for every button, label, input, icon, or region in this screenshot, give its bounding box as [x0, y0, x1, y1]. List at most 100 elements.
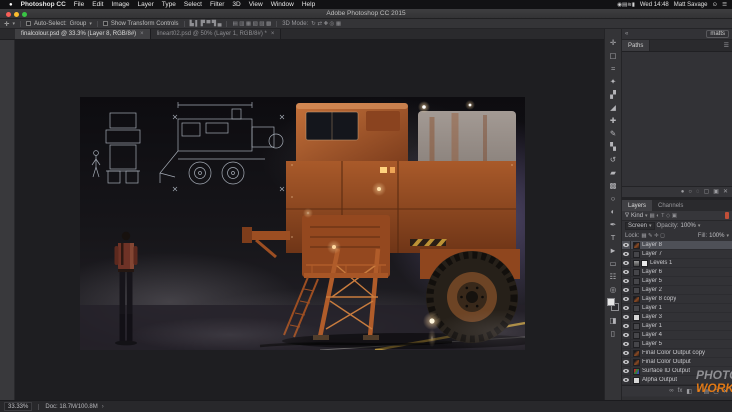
tool-icon[interactable]: ○ — [609, 192, 616, 205]
layers-footer-icon[interactable]: fx — [678, 388, 683, 394]
layer-thumbnail[interactable] — [633, 340, 640, 348]
menubar-status-icon[interactable]: ▮ — [632, 2, 635, 8]
tab-layers[interactable]: Layers — [622, 200, 653, 211]
visibility-toggle[interactable] — [622, 304, 631, 312]
collapse-panels-icon[interactable]: « — [625, 31, 628, 37]
filter-funnel-icon[interactable]: ∇ — [625, 212, 629, 219]
menu-item[interactable]: File — [70, 0, 88, 9]
layer-row[interactable]: Layer 4 — [622, 331, 732, 340]
minimize-button[interactable] — [14, 11, 19, 17]
layer-row[interactable]: Alpha Output — [622, 376, 732, 385]
menu-item[interactable]: Help — [298, 0, 319, 9]
filter-type-icon[interactable]: ◇ — [666, 213, 670, 219]
layer-thumbnail[interactable] — [633, 376, 640, 384]
tool-icon[interactable]: ✎ — [609, 127, 616, 140]
auto-select-checkbox[interactable] — [25, 21, 31, 26]
tool-icon[interactable]: ◐ — [609, 205, 616, 218]
tab-paths[interactable]: Paths — [622, 40, 651, 51]
visibility-toggle[interactable] — [622, 268, 631, 276]
layer-thumbnail[interactable] — [633, 268, 640, 276]
close-button[interactable] — [6, 11, 11, 17]
menu-item[interactable]: Filter — [206, 0, 228, 9]
layers-footer-icon[interactable]: ▤ — [704, 388, 710, 395]
tool-icon[interactable]: ✛ — [609, 36, 616, 49]
visibility-toggle[interactable] — [622, 331, 631, 339]
3d-mode-icon[interactable]: ⇄ — [317, 21, 322, 27]
filter-caret-icon[interactable]: ▾ — [645, 213, 648, 219]
layer-row[interactable]: Layer 1 — [622, 304, 732, 313]
align-icon[interactable]: ▛ — [201, 21, 205, 27]
tool-icon[interactable]: ▚ — [609, 140, 616, 153]
layer-thumbnail[interactable] — [633, 250, 640, 258]
layers-footer-icon[interactable]: ▢ — [713, 388, 719, 395]
menu-item[interactable]: 3D — [228, 0, 244, 9]
layers-footer-icon[interactable]: ∞ — [669, 388, 673, 394]
tool-mode-icon[interactable]: ◨ — [609, 314, 616, 327]
opacity-value[interactable]: 100% — [681, 223, 696, 229]
visibility-toggle[interactable] — [622, 322, 631, 330]
visibility-toggle[interactable] — [622, 295, 631, 303]
auto-select-value[interactable]: Group — [70, 21, 87, 27]
layer-row[interactable]: Layer 1 — [622, 322, 732, 331]
distribute-icon[interactable]: ▩ — [266, 21, 271, 27]
tool-icon[interactable]: ▩ — [609, 179, 616, 192]
tool-icon[interactable]: ↺ — [609, 153, 616, 166]
layers-footer-icon[interactable]: ◧ — [686, 388, 692, 395]
menu-item[interactable]: Select — [180, 0, 206, 9]
tool-icon[interactable]: ✦ — [609, 75, 616, 88]
tool-icon[interactable]: ✚ — [609, 114, 616, 127]
visibility-toggle[interactable] — [622, 340, 631, 348]
tool-icon[interactable]: ▢ — [609, 49, 616, 62]
align-icon[interactable]: ▌ — [195, 21, 199, 27]
filter-type-icon[interactable]: ▣ — [672, 213, 677, 219]
align-icon[interactable]: ▀ — [206, 21, 210, 27]
tool-icon[interactable]: ▭ — [609, 257, 616, 270]
show-transform-checkbox[interactable] — [102, 21, 108, 26]
filter-type-icon[interactable]: T — [661, 213, 664, 219]
tool-icon[interactable]: ▰ — [609, 166, 616, 179]
layer-row[interactable]: Layer 5 — [622, 277, 732, 286]
layer-thumbnail[interactable] — [633, 358, 640, 366]
opacity-caret-icon[interactable]: ▾ — [698, 223, 701, 229]
tool-mode-icon[interactable]: ▯ — [609, 327, 616, 340]
paths-footer-icon[interactable]: ◌ — [696, 187, 700, 198]
tool-icon[interactable]: ☷ — [609, 270, 617, 283]
paths-footer-icon[interactable]: ▢ — [704, 187, 710, 198]
layer-thumbnail[interactable] — [633, 367, 640, 375]
document-tab-active[interactable]: finalcolour.psd @ 33.3% (Layer 8, RGB/8#… — [15, 29, 151, 39]
layer-thumbnail[interactable] — [633, 241, 640, 249]
menu-item[interactable]: View — [245, 0, 267, 9]
menu-bar-user[interactable]: Matt Savage — [674, 2, 708, 8]
canvas-artwork[interactable] — [80, 97, 525, 350]
lock-icon[interactable]: ▦ — [641, 233, 646, 239]
layer-thumbnail[interactable] — [633, 277, 640, 285]
layer-row[interactable]: Final Color Output — [622, 358, 732, 367]
lock-icon[interactable]: ✛ — [654, 233, 659, 239]
align-icon[interactable]: ▄ — [218, 21, 222, 27]
layer-thumbnail[interactable] — [633, 322, 640, 330]
distribute-icon[interactable]: ▨ — [259, 21, 264, 27]
lock-icon[interactable]: ✎ — [648, 233, 653, 239]
menu-item[interactable]: Layer — [134, 0, 158, 9]
layer-thumbnail[interactable] — [633, 259, 640, 267]
align-icon[interactable]: ▙ — [190, 21, 194, 27]
current-tool-icon[interactable]: ✛ — [4, 20, 9, 28]
layer-row[interactable]: Layer 8 copy — [622, 295, 732, 304]
visibility-toggle[interactable] — [622, 241, 631, 249]
paths-footer-icon[interactable]: ✕ — [723, 187, 728, 198]
zoom-level-field[interactable]: 33.33% — [4, 402, 33, 411]
layer-row[interactable]: Layer 8 — [622, 241, 732, 250]
layer-row[interactable]: Layer 3 — [622, 313, 732, 322]
layer-row[interactable]: Layer 6 — [622, 268, 732, 277]
auto-select-caret-icon[interactable]: ▾ — [89, 21, 92, 27]
tool-icon[interactable]: ◎ — [609, 283, 617, 296]
blend-mode-select[interactable]: Screen ▾ — [625, 222, 655, 230]
align-icon[interactable]: ▜ — [212, 21, 216, 27]
menu-item[interactable]: Image — [107, 0, 133, 9]
layer-thumbnail[interactable] — [633, 295, 640, 303]
distribute-icon[interactable]: ▥ — [239, 21, 244, 27]
menu-item[interactable]: Type — [158, 0, 180, 9]
layer-thumbnail[interactable] — [633, 331, 640, 339]
tool-icon[interactable]: ✒ — [609, 218, 616, 231]
layer-thumbnail[interactable] — [633, 286, 640, 294]
